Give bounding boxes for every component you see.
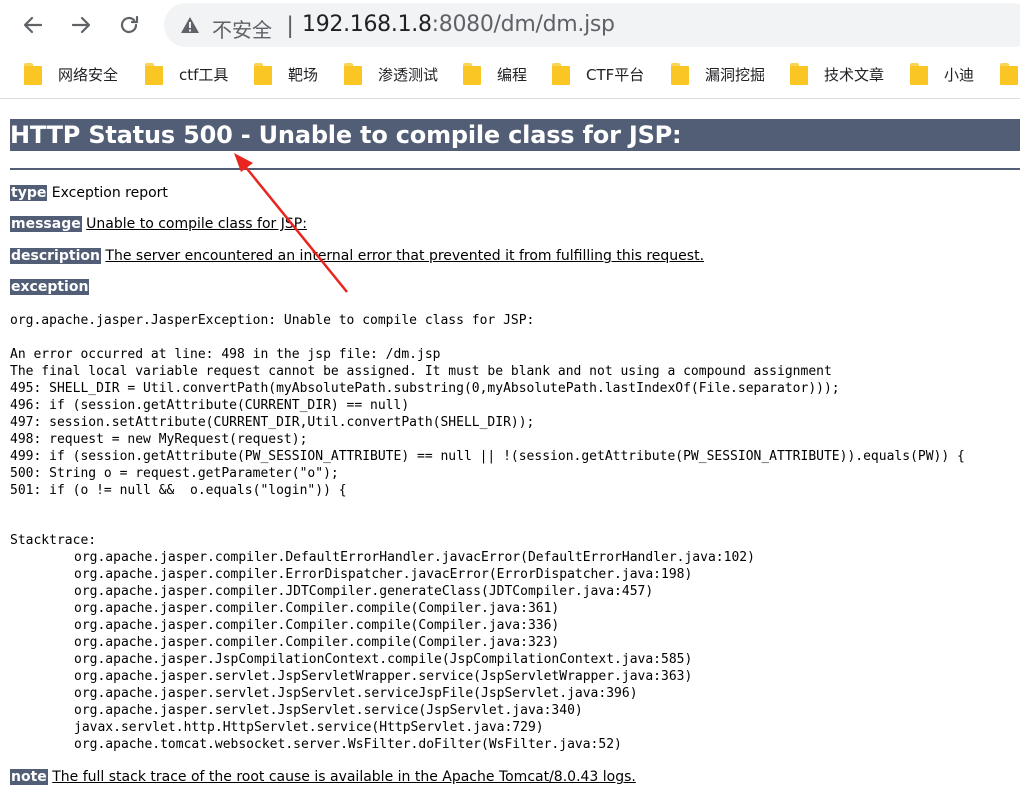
folder-icon [552,63,570,85]
error-line: 498: request = new MyRequest(request); [10,432,308,447]
back-button[interactable] [18,10,48,40]
back-arrow-icon [23,16,43,34]
folder-icon [1000,63,1018,85]
warning-triangle-icon[interactable] [180,15,200,35]
url-host: 192.168.1.8 [302,12,432,37]
error-line: 496: if (session.getAttribute(CURRENT_DI… [10,398,410,413]
folder-icon [254,63,272,85]
description-row: description The server encountered an in… [10,247,704,265]
note-row: note The full stack trace of the root ca… [10,768,636,786]
bookmarks-bar: 网络安全 ctf工具 靶场 渗透测试 编程 CTF平台 漏洞挖掘 技术文章 小迪 [0,50,1020,99]
message-row: message Unable to compile class for JSP: [10,215,307,233]
reload-button[interactable] [114,10,144,40]
stacktrace-line: org.apache.jasper.servlet.JspServletWrap… [74,669,693,684]
stacktrace-line: org.apache.jasper.servlet.JspServlet.ser… [74,703,583,718]
url-text[interactable]: 192.168.1.8:8080/dm/dm.jsp [302,12,615,37]
stacktrace-line: org.apache.jasper.compiler.ErrorDispatch… [74,567,693,582]
description-label: description [10,248,101,264]
error-details: An error occurred at line: 498 in the js… [10,346,965,499]
error-line: 495: SHELL_DIR = Util.convertPath(myAbso… [10,381,840,396]
folder-icon [671,63,689,85]
forward-button[interactable] [66,10,96,40]
stacktrace-line: javax.servlet.http.HttpServlet.service(H… [74,720,544,735]
stacktrace-line: org.apache.jasper.compiler.Compiler.comp… [74,618,560,633]
bookmark-folder[interactable]: 漏洞挖掘 [671,62,765,86]
type-label: type [10,185,48,201]
stacktrace-line: org.apache.jasper.JspCompilationContext.… [74,652,693,667]
error-line: 500: String o = request.getParameter("o"… [10,466,339,481]
divider [10,168,1020,170]
folder-icon [790,63,808,85]
stacktrace: org.apache.jasper.compiler.DefaultErrorH… [74,549,755,753]
page-title: HTTP Status 500 - Unable to compile clas… [10,119,1020,151]
bookmark-folder[interactable]: CTF平台 [552,62,644,86]
bookmark-folder[interactable]: 编程 [463,62,527,86]
description-value: The server encountered an internal error… [105,248,705,264]
stacktrace-line: org.apache.jasper.compiler.Compiler.comp… [74,601,560,616]
message-label: message [10,216,82,232]
bookmark-folder[interactable]: 小迪 [910,62,974,86]
exception-row: exception [10,278,90,296]
browser-toolbar: 不安全 | 192.168.1.8:8080/dm/dm.jsp [0,0,1020,50]
note-value: The full stack trace of the root cause i… [52,769,636,785]
exception-message: org.apache.jasper.JasperException: Unabl… [10,313,535,328]
reload-icon [120,15,139,34]
folder-icon [24,63,42,85]
error-line: An error occurred at line: 498 in the js… [10,347,441,362]
note-label: note [10,769,48,785]
bookmark-folder-partial[interactable] [1000,62,1020,86]
insecure-label: 不安全 [212,18,272,42]
error-line: 501: if (o != null && o.equals("login"))… [10,483,347,498]
folder-icon [910,63,928,85]
type-row: type Exception report [10,184,168,202]
type-value: Exception report [51,185,168,201]
exception-label: exception [10,279,90,295]
stacktrace-label: Stacktrace: [10,533,97,548]
forward-arrow-icon [71,16,91,34]
folder-icon [145,63,163,85]
bookmark-folder[interactable]: 渗透测试 [344,62,438,86]
error-line: 499: if (session.getAttribute(PW_SESSION… [10,449,965,464]
folder-icon [344,63,362,85]
stacktrace-line: org.apache.jasper.compiler.Compiler.comp… [74,635,560,650]
bookmark-folder[interactable]: 技术文章 [790,62,884,86]
bookmark-folder[interactable]: ctf工具 [145,62,228,86]
stacktrace-line: org.apache.tomcat.websocket.server.WsFil… [74,737,622,752]
address-bar[interactable]: 不安全 | 192.168.1.8:8080/dm/dm.jsp [164,3,1020,47]
url-path: :8080/dm/dm.jsp [431,12,615,37]
address-separator: | [287,12,294,39]
bookmark-folder[interactable]: 靶场 [254,62,318,86]
message-value: Unable to compile class for JSP: [86,216,307,232]
stacktrace-line: org.apache.jasper.servlet.JspServlet.ser… [74,686,638,701]
error-line: The final local variable request cannot … [10,364,832,379]
error-line: 497: session.setAttribute(CURRENT_DIR,Ut… [10,415,535,430]
bookmark-folder[interactable]: 网络安全 [24,62,118,86]
stacktrace-line: org.apache.jasper.compiler.JDTCompiler.g… [74,584,654,599]
folder-icon [463,63,481,85]
stacktrace-line: org.apache.jasper.compiler.DefaultErrorH… [74,550,755,565]
